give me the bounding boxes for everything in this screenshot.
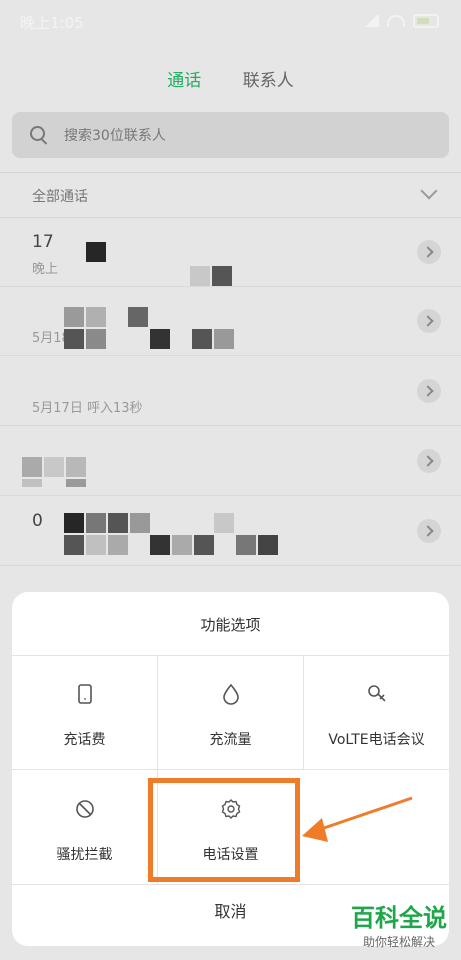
watermark-subtitle: 助你轻松解决 — [362, 935, 435, 949]
pointer-arrow-icon — [302, 796, 413, 842]
watermark-title: 百科全说 — [351, 904, 447, 932]
watermark-logo: 百科全说 助你轻松解决 — [351, 898, 447, 950]
